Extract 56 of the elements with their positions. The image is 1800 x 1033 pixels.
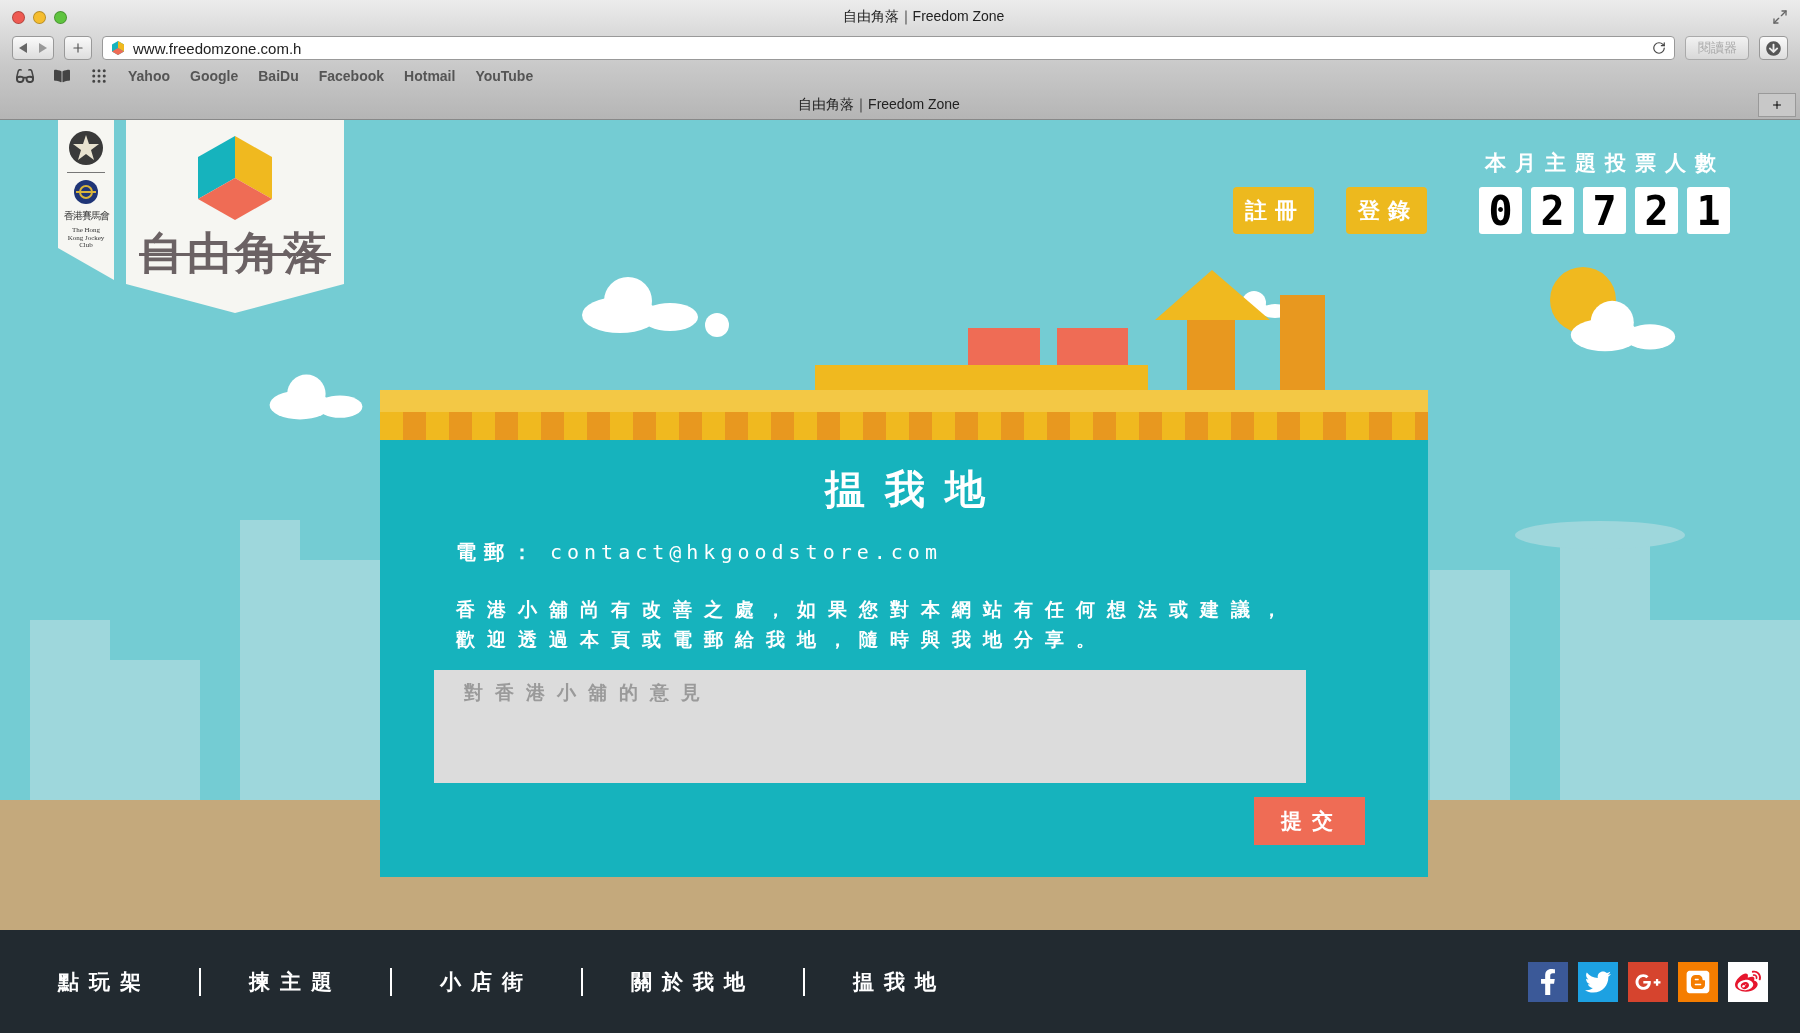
logo-title: 自由角落 [139, 226, 331, 280]
bookmarks-icon[interactable] [54, 68, 70, 84]
footer-link[interactable]: 揀主題 [249, 967, 342, 996]
window-title: 自由角落｜Freedom Zone [841, 8, 1006, 26]
crest-icon [73, 179, 99, 205]
close-button[interactable] [12, 10, 25, 24]
fullscreen-icon[interactable] [1772, 9, 1788, 25]
email-label: 電郵： [456, 539, 540, 566]
counter-digit: 7 [1583, 187, 1626, 234]
weibo-icon [1735, 968, 1761, 995]
top-sites-icon[interactable] [90, 67, 108, 85]
bookmark-link[interactable]: Yahoo [128, 68, 170, 84]
message-text: 香港小舖尚有改善之處，如果您對本網站有任何想法或建議， 歡迎透過本頁或電郵給我地，隨時與我地分享。 [456, 597, 1294, 652]
zoom-button[interactable] [54, 10, 67, 24]
downloads-button[interactable] [1759, 36, 1788, 60]
site-icon [111, 41, 125, 55]
bookmark-link[interactable]: Hotmail [404, 68, 456, 84]
twitter-button[interactable] [1578, 961, 1618, 1002]
bookmark-link[interactable]: Google [190, 68, 239, 84]
reload-icon[interactable] [1652, 41, 1666, 55]
weibo-button[interactable] [1728, 961, 1768, 1002]
bookmark-link[interactable]: YouTube [475, 68, 534, 84]
email-link[interactable]: contact@hkgoodstore.com [550, 540, 942, 564]
download-icon [1766, 40, 1781, 56]
footer-link[interactable]: 關於我地 [631, 967, 755, 996]
cloud-drawing [705, 313, 729, 337]
plus-icon [1771, 98, 1783, 111]
back-forward-button[interactable] [12, 36, 54, 60]
counter-digit: 2 [1635, 187, 1678, 234]
tab[interactable]: 自由角落｜Freedom Zone [0, 95, 1758, 114]
new-tab-button[interactable] [1758, 92, 1796, 117]
back-forward-icon [19, 43, 47, 53]
bookmark-link[interactable]: Facebook [318, 68, 385, 84]
blogger-button[interactable] [1678, 961, 1718, 1002]
url-text: www.freedomzone.com.h [133, 39, 303, 57]
counter-label: 本月主題投票人數 [1484, 150, 1725, 177]
feedback-field[interactable]: 對香港小舖的意見 [434, 670, 1306, 783]
counter-digit: 0 [1479, 187, 1522, 234]
card-title: 揾我地 [823, 465, 1005, 514]
plus-icon [71, 41, 85, 55]
google-plus-button[interactable] [1628, 961, 1668, 1002]
counter-digit: 1 [1687, 187, 1730, 234]
facebook-button[interactable] [1528, 961, 1568, 1002]
blogger-icon [1685, 968, 1711, 995]
submit-button[interactable]: 提交 [1254, 797, 1365, 845]
bookmark-link[interactable]: BaiDu [258, 68, 299, 84]
footer-link[interactable]: 小店街 [440, 967, 533, 996]
counter-digit: 2 [1531, 187, 1574, 234]
reading-list-icon[interactable] [16, 67, 34, 85]
sponsor-name: 香港賽馬會 [63, 209, 109, 223]
star-emblem-icon [66, 130, 106, 166]
cube-logo-icon [198, 136, 272, 220]
footer-link[interactable]: 揾我地 [853, 967, 946, 996]
address-field[interactable]: www.freedomzone.com.h [102, 36, 1675, 60]
new-tab-button[interactable] [64, 36, 92, 60]
footer-link[interactable]: 點玩架 [58, 967, 151, 996]
